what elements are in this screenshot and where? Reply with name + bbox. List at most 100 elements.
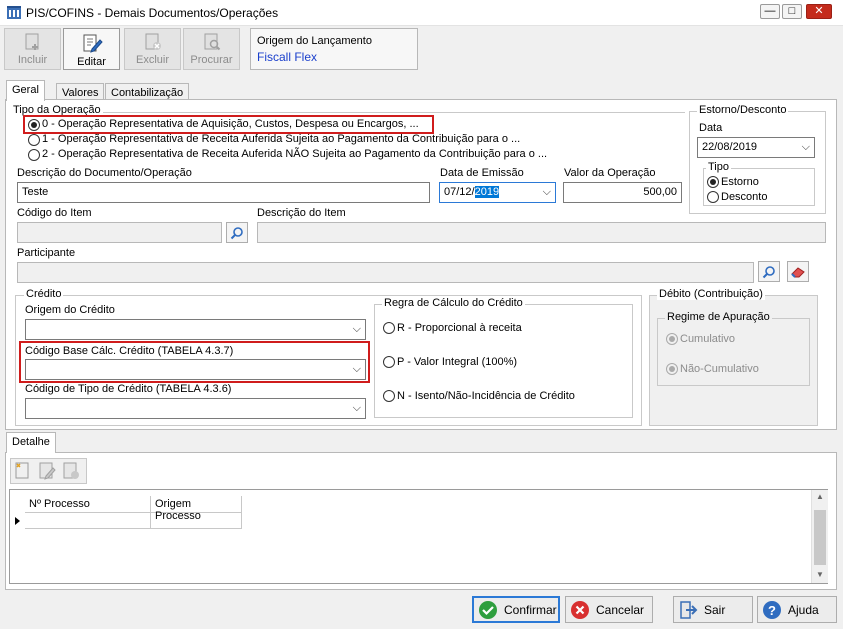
regra-calculo-label: Regra de Cálculo do Crédito — [382, 297, 525, 309]
vertical-scrollbar[interactable]: ▲ ▼ — [811, 490, 828, 583]
origem-label: Origem do Lançamento — [257, 35, 372, 47]
minimize-icon: — — [764, 5, 776, 17]
cumulativo-label[interactable]: Cumulativo — [680, 333, 735, 345]
excluir-label: Excluir — [135, 54, 169, 66]
confirmar-label: Confirmar — [504, 602, 557, 617]
estorno-data-input[interactable]: 22/08/2019 ⌵ — [697, 137, 815, 158]
chevron-down-icon[interactable]: ⌵ — [353, 363, 361, 376]
desconto-radio[interactable] — [707, 191, 719, 203]
scroll-down-icon[interactable]: ▼ — [816, 570, 824, 579]
valor-input[interactable]: 500,00 — [563, 182, 682, 203]
base-calc-select[interactable]: ⌵ — [25, 359, 366, 380]
chevron-down-icon[interactable]: ⌵ — [543, 186, 551, 199]
ajuda-button[interactable]: ? Ajuda — [757, 596, 837, 623]
search-icon — [230, 226, 243, 239]
editar-label: Editar — [77, 56, 106, 68]
data-emissao-label: Data de Emissão — [440, 167, 524, 179]
close-button[interactable]: ✕ — [806, 4, 832, 19]
detalhe-edit-button[interactable] — [37, 461, 57, 481]
regra-n-label[interactable]: N - Isento/Não-Incidência de Crédito — [397, 390, 575, 402]
excluir-button[interactable]: Excluir — [124, 28, 181, 70]
regra-r-label[interactable]: R - Proporcional à receita — [397, 322, 522, 334]
search-icon — [762, 265, 775, 278]
tipo-credito-select[interactable]: ⌵ — [25, 398, 366, 419]
tipo-op-0-radio[interactable] — [28, 119, 40, 131]
participante-label: Participante — [17, 247, 76, 259]
tipo-op-2-label[interactable]: 2 - Operação Representativa de Receita A… — [42, 148, 547, 160]
nao-cumulativo-label[interactable]: Não-Cumulativo — [680, 363, 759, 375]
participante-search-button[interactable] — [758, 261, 780, 282]
scroll-up-icon[interactable]: ▲ — [816, 492, 824, 501]
regra-n-radio[interactable] — [383, 390, 395, 402]
data-emissao-input[interactable]: 07/12/2019 ⌵ — [439, 182, 556, 203]
processos-grid: Nº Processo Origem Processo ▲ ▼ — [9, 489, 828, 584]
origem-credito-label: Origem do Crédito — [25, 304, 115, 316]
col-origem-header[interactable]: Origem Processo — [151, 496, 242, 522]
codigo-item-label: Código do Item — [17, 207, 92, 219]
minimize-button[interactable]: — — [760, 4, 780, 19]
origem-lancamento-panel: Origem do Lançamento Fiscall Flex — [250, 28, 418, 70]
tipo-op-1-radio[interactable] — [28, 134, 40, 146]
tipo-credito-label: Código de Tipo de Crédito (TABELA 4.3.6) — [25, 383, 232, 395]
window-title: PIS/COFINS - Demais Documentos/Operações — [26, 6, 279, 20]
edit-document-icon — [39, 462, 56, 480]
descricao-input[interactable]: Teste — [17, 182, 430, 203]
participante-input[interactable] — [17, 262, 754, 283]
descricao-item-label: Descrição do Item — [257, 207, 346, 219]
credito-label: Crédito — [24, 288, 64, 300]
scrollbar-thumb[interactable] — [814, 510, 826, 565]
cancel-circle-icon — [571, 600, 589, 619]
regra-r-radio[interactable] — [383, 322, 395, 334]
codigo-item-search-button[interactable] — [226, 222, 248, 243]
incluir-button[interactable]: Incluir — [4, 28, 61, 70]
tipo-op-2-radio[interactable] — [28, 149, 40, 161]
tipo-op-0-label[interactable]: 0 - Operação Representativa de Aquisição… — [42, 118, 419, 130]
origem-value: Fiscall Flex — [257, 50, 318, 64]
editar-button[interactable]: Editar — [63, 28, 120, 70]
maximize-button[interactable]: □ — [782, 4, 802, 19]
incluir-label: Incluir — [17, 54, 48, 66]
detalhe-delete-button[interactable] — [61, 461, 81, 481]
chevron-down-icon[interactable]: ⌵ — [802, 141, 810, 154]
tab-geral-label: Geral — [12, 84, 39, 96]
delete-document-icon — [63, 462, 79, 479]
detalhe-add-button[interactable] — [13, 461, 33, 481]
tipo-op-1-label[interactable]: 1 - Operação Representativa de Receita A… — [42, 133, 520, 145]
desconto-option-label[interactable]: Desconto — [721, 191, 767, 203]
descricao-item-input[interactable] — [257, 222, 826, 243]
table-row-cell-processo[interactable] — [25, 513, 151, 529]
origem-credito-select[interactable]: ⌵ — [25, 319, 366, 340]
debito-label: Débito (Contribuição) — [657, 288, 765, 300]
help-icon: ? — [763, 600, 781, 619]
chevron-down-icon[interactable]: ⌵ — [353, 402, 361, 415]
confirmar-button[interactable]: Confirmar — [472, 596, 560, 623]
participante-clear-button[interactable] — [787, 261, 809, 282]
ajuda-label: Ajuda — [788, 602, 819, 617]
app-icon — [7, 6, 21, 19]
tab-detalhe[interactable]: Detalhe — [6, 432, 56, 453]
tab-contabilizacao-label: Contabilização — [111, 87, 184, 99]
regra-p-label[interactable]: P - Valor Integral (100%) — [397, 356, 517, 368]
tab-geral[interactable]: Geral — [6, 80, 45, 101]
cumulativo-radio[interactable] — [666, 333, 678, 345]
codigo-item-input[interactable] — [17, 222, 222, 243]
valor-label: Valor da Operação — [564, 167, 656, 179]
table-row-cell-origem[interactable] — [151, 513, 242, 529]
base-calc-label: Código Base Cálc. Crédito (TABELA 4.3.7) — [25, 345, 234, 357]
regime-apuracao-group — [657, 318, 810, 386]
chevron-down-icon[interactable]: ⌵ — [353, 323, 361, 336]
sair-button[interactable]: Sair — [673, 596, 753, 623]
cancelar-button[interactable]: Cancelar — [565, 596, 653, 623]
procurar-button[interactable]: Procurar — [183, 28, 240, 70]
nao-cumulativo-radio[interactable] — [666, 363, 678, 375]
col-processo-header[interactable]: Nº Processo — [25, 496, 151, 513]
row-indicator-icon — [15, 517, 20, 525]
regra-p-radio[interactable] — [383, 356, 395, 368]
tipo-estorno-label: Tipo — [706, 161, 731, 173]
estorno-radio[interactable] — [707, 176, 719, 188]
estorno-data-label: Data — [699, 122, 723, 134]
estorno-option-label[interactable]: Estorno — [721, 176, 759, 188]
estorno-data-value: 22/08/2019 — [702, 141, 758, 153]
search-document-icon — [204, 33, 220, 51]
add-document-icon — [25, 33, 38, 50]
